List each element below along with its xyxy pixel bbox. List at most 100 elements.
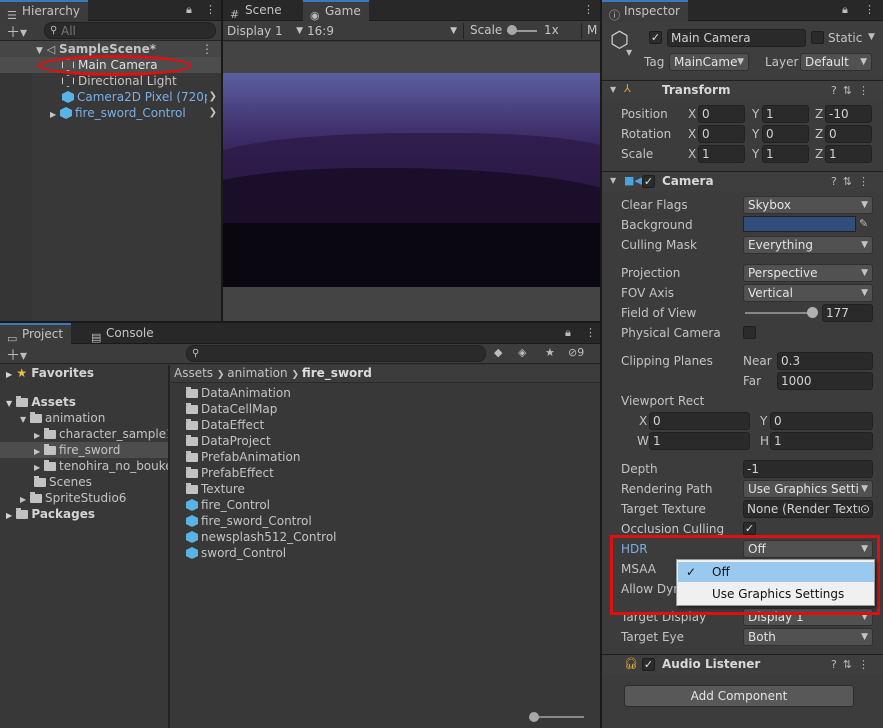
depth-field[interactable]: -1 (743, 460, 873, 478)
background-color-swatch[interactable] (743, 216, 856, 232)
tree-packages[interactable]: ▶ Packages (6, 506, 95, 522)
tree-favorites[interactable]: ▶ ★ Favorites (6, 365, 94, 381)
rotation-x-field[interactable]: 0 (698, 125, 745, 143)
lock-icon[interactable]: 🔒︎ (186, 3, 192, 17)
kebab-menu-icon[interactable]: ⋮ (585, 326, 596, 339)
hdr-option-off[interactable]: ✓ Off (678, 562, 874, 582)
viewport-h-field[interactable]: 1 (770, 432, 873, 450)
icon-size-slider-track[interactable] (532, 716, 584, 718)
far-field[interactable]: 1000 (777, 372, 873, 390)
tree-tenohira[interactable]: ▶ tenohira_no_bouke (34, 458, 168, 474)
rotation-z-field[interactable]: 0 (825, 125, 872, 143)
scale-x-field[interactable]: 1 (698, 145, 745, 163)
file-item[interactable]: DataEffect (186, 417, 264, 433)
rendering-path-dropdown[interactable]: Use Graphics Settin ▼ (743, 480, 873, 498)
tree-spritestudio6[interactable]: ▶ SpriteStudio6 (20, 490, 126, 506)
fov-slider-handle[interactable] (807, 307, 818, 318)
file-item[interactable]: PrefabEffect (186, 465, 274, 481)
fov-slider-track[interactable] (745, 312, 815, 314)
tab-inspector[interactable]: ⓘ Inspector (602, 0, 688, 22)
file-item[interactable]: DataProject (186, 433, 271, 449)
lock-icon[interactable]: 🔒︎ (842, 3, 848, 17)
scale-slider-handle[interactable] (507, 25, 517, 35)
hidden-count-icon[interactable]: ⊘9 (568, 346, 584, 359)
chevron-down-icon[interactable]: ▼ (868, 32, 875, 42)
active-checkbox[interactable]: ✓ (649, 31, 662, 44)
file-item[interactable]: fire_Control (186, 497, 270, 513)
tree-scenes[interactable]: Scenes (34, 474, 92, 490)
position-z-field[interactable]: -10 (825, 105, 872, 123)
add-icon[interactable]: ＋▾ (6, 22, 27, 42)
tree-assets[interactable]: ▼ Assets (6, 394, 76, 410)
project-split-divider[interactable] (168, 365, 170, 728)
file-item[interactable]: DataCellMap (186, 401, 277, 417)
chevron-right-icon[interactable]: ❯ (209, 105, 217, 121)
tab-hierarchy[interactable]: ☰ Hierarchy (0, 0, 89, 22)
component-header-icons[interactable]: ?⇅⋮ (831, 658, 875, 671)
camera-header[interactable]: ▼ ■◀ ✓ Camera ?⇅⋮ (602, 171, 883, 191)
file-item[interactable]: DataAnimation (186, 385, 291, 401)
position-y-field[interactable]: 1 (762, 105, 809, 123)
file-item[interactable]: sword_Control (186, 545, 286, 561)
viewport-y-field[interactable]: 0 (770, 412, 873, 430)
lock-icon[interactable]: 🔒︎ (565, 326, 571, 340)
favorite-star-icon[interactable]: ★ (545, 346, 555, 359)
kebab-menu-icon[interactable]: ⋮ (864, 3, 875, 16)
scene-menu-icon[interactable]: ⋮ (201, 41, 213, 57)
icon-size-slider-handle[interactable] (529, 712, 539, 722)
file-item[interactable]: fire_sword_Control (186, 513, 312, 529)
hierarchy-item-camera2d[interactable]: Camera2D Pixel (720p ❯ (0, 89, 221, 105)
tree-character-sample1[interactable]: ▶ character_sample1 (34, 426, 168, 442)
tree-fire-sword[interactable]: ▶ fire_sword (0, 442, 168, 458)
layer-dropdown[interactable]: Default ▼ (800, 53, 872, 71)
aspect-dropdown[interactable]: 16:9 ▼ (307, 22, 457, 40)
rotation-y-field[interactable]: 0 (762, 125, 809, 143)
object-name-field[interactable]: Main Camera (667, 29, 806, 47)
audio-listener-checkbox[interactable]: ✓ (642, 658, 655, 671)
fov-field[interactable]: 177 (822, 304, 873, 322)
hierarchy-item-fire-sword-control[interactable]: ▶ fire_sword_Control ❯ (0, 105, 221, 121)
target-texture-field[interactable]: None (Render Textu ⊙ (743, 500, 873, 518)
hdr-option-use-graphics-settings[interactable]: Use Graphics Settings (678, 584, 874, 604)
tree-animation[interactable]: ▼ animation (20, 410, 105, 426)
hierarchy-search-input[interactable]: ⚲ All (44, 22, 216, 39)
object-picker-icon[interactable]: ⊙ (859, 501, 870, 517)
filter-type-icon[interactable]: ◆ (494, 346, 502, 359)
breadcrumb-item[interactable]: Assets (174, 366, 213, 380)
clear-flags-dropdown[interactable]: Skybox ▼ (743, 196, 873, 214)
static-checkbox[interactable] (811, 31, 824, 44)
kebab-menu-icon[interactable]: ⋮ (205, 3, 216, 16)
component-header-icons[interactable]: ?⇅⋮ (831, 84, 875, 97)
viewport-x-field[interactable]: 0 (649, 412, 750, 430)
scale-y-field[interactable]: 1 (762, 145, 809, 163)
file-item[interactable]: PrefabAnimation (186, 449, 300, 465)
projection-dropdown[interactable]: Perspective ▼ (743, 264, 873, 282)
add-icon[interactable]: ＋▾ (6, 345, 27, 365)
tab-scene[interactable]: # Scene (223, 0, 290, 21)
scale-z-field[interactable]: 1 (825, 145, 872, 163)
tab-console[interactable]: ▤ Console (84, 323, 162, 344)
chevron-down-icon[interactable]: ▼ (626, 48, 632, 57)
position-x-field[interactable]: 0 (698, 105, 745, 123)
eyedropper-icon[interactable]: ✎ (859, 217, 868, 230)
tag-dropdown[interactable]: MainCame ▼ (669, 53, 749, 71)
near-field[interactable]: 0.3 (777, 352, 873, 370)
culling-mask-dropdown[interactable]: Everything ▼ (743, 236, 873, 254)
project-search-input[interactable]: ⚲ (186, 345, 486, 362)
breadcrumb-item[interactable]: animation (227, 366, 287, 380)
breadcrumb-item-current[interactable]: fire_sword (302, 366, 372, 380)
add-component-button[interactable]: Add Component (624, 685, 854, 707)
filter-label-icon[interactable]: ◈ (518, 346, 526, 359)
kebab-menu-icon[interactable]: ⋮ (583, 3, 594, 16)
file-item[interactable]: newsplash512_Control (186, 529, 337, 545)
occlusion-culling-checkbox[interactable]: ✓ (743, 522, 756, 535)
display-dropdown[interactable]: Display 1 ▼ (227, 22, 303, 40)
audio-listener-header[interactable]: 🎧︎ ✓ Audio Listener ?⇅⋮ (602, 654, 883, 674)
viewport-w-field[interactable]: 1 (649, 432, 750, 450)
physical-camera-checkbox[interactable] (743, 326, 756, 339)
component-header-icons[interactable]: ?⇅⋮ (831, 175, 875, 188)
fov-axis-dropdown[interactable]: Vertical ▼ (743, 284, 873, 302)
tab-project[interactable]: ▭ Project (0, 323, 72, 345)
transform-header[interactable]: ▼ ⅄ Transform ?⇅⋮ (602, 80, 883, 100)
file-item[interactable]: Texture (186, 481, 245, 497)
